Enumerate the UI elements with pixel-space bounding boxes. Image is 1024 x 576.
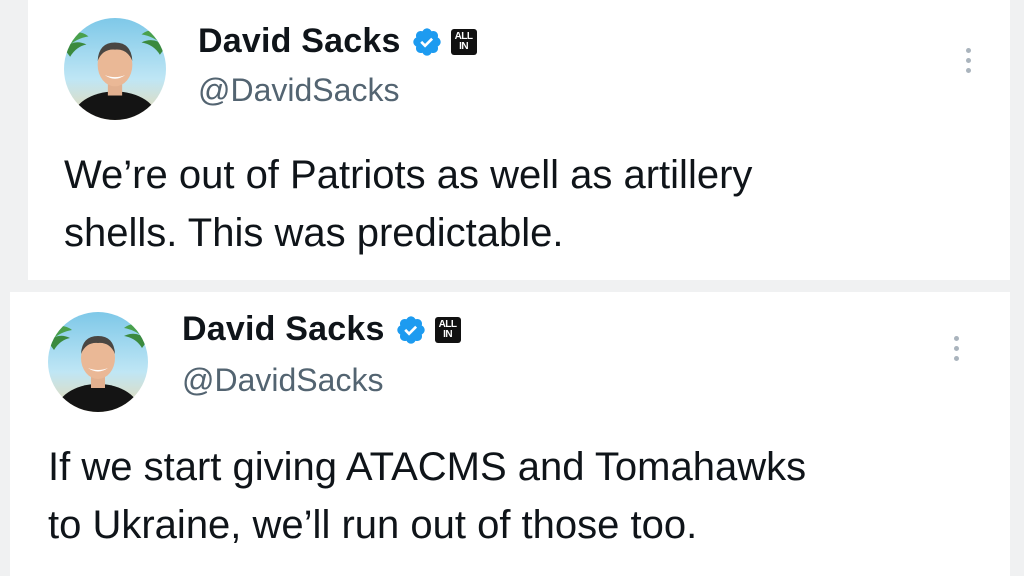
- tweet-text-line: If we start giving ATACMS and Tomahawks: [48, 445, 807, 489]
- avatar[interactable]: [48, 312, 148, 412]
- verified-badge-icon: [395, 314, 427, 346]
- avatar-photo-icon: [64, 18, 166, 120]
- tweet-text-line: We’re out of Patriots as well as artille…: [64, 153, 753, 197]
- tweet-text-line: to Ukraine, we’ll run out of those too.: [48, 503, 698, 547]
- more-options-icon[interactable]: [958, 40, 978, 80]
- avatar[interactable]: [64, 18, 166, 120]
- affiliation-badge[interactable]: ALL IN: [450, 28, 477, 55]
- avatar-photo-icon: [48, 312, 148, 412]
- tweet-screenshot-collage: David Sacks ALL IN @DavidSacks We’re out…: [0, 0, 1024, 576]
- tweet-text: If we start giving ATACMS and Tomahawks …: [48, 438, 806, 554]
- author-display-name[interactable]: David Sacks: [198, 22, 401, 61]
- author-display-name[interactable]: David Sacks: [182, 310, 385, 349]
- author-handle[interactable]: @DavidSacks: [182, 362, 383, 399]
- verified-badge-icon: [411, 26, 443, 58]
- author-handle[interactable]: @DavidSacks: [198, 72, 399, 109]
- tweet-text: We’re out of Patriots as well as artille…: [64, 146, 752, 262]
- affiliation-badge[interactable]: ALL IN: [434, 316, 461, 343]
- tweet-card[interactable]: David Sacks ALL IN @DavidSacks We’re out…: [28, 0, 1010, 280]
- more-options-icon[interactable]: [946, 328, 966, 368]
- tweet-text-line: shells. This was predictable.: [64, 211, 564, 255]
- author-name-row: David Sacks ALL IN: [182, 310, 461, 349]
- tweet-card[interactable]: David Sacks ALL IN @DavidSacks If we sta…: [10, 292, 1010, 576]
- author-name-row: David Sacks ALL IN: [198, 22, 477, 61]
